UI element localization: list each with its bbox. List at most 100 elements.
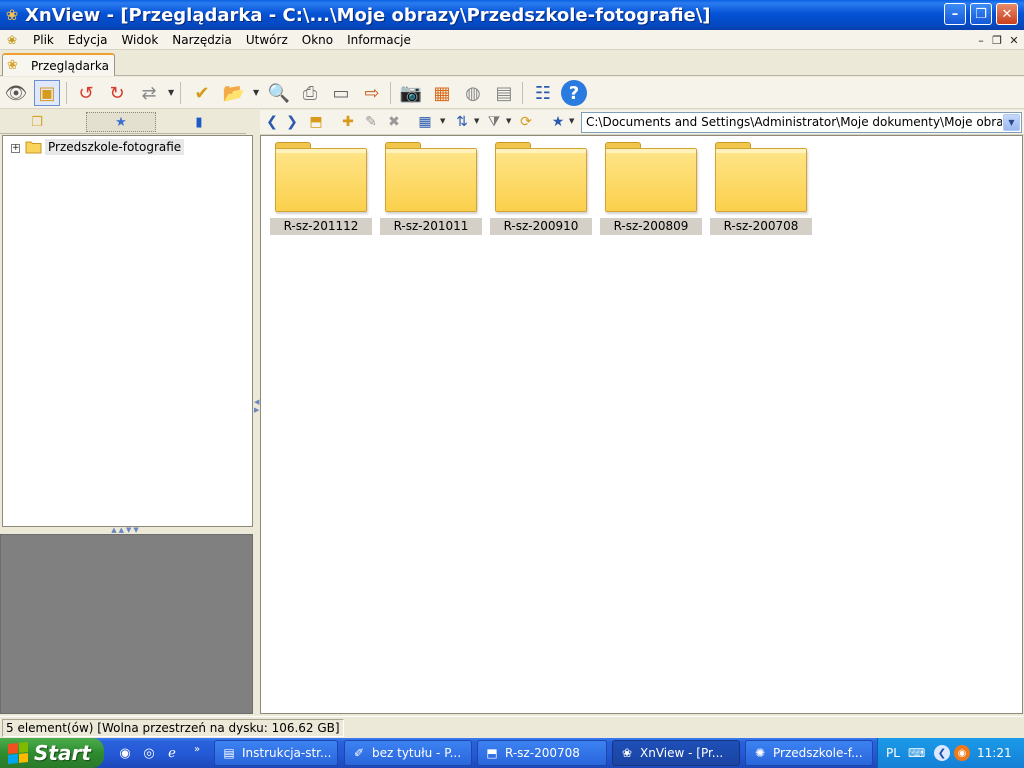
document-icon[interactable]: ❀ xyxy=(4,32,20,48)
title-bar[interactable]: ❀ XnView - [Przeglądarka - C:\...\Moje o… xyxy=(0,0,1024,30)
status-text: 5 element(ów) [Wolna przestrzeń na dysku… xyxy=(2,719,344,737)
mdi-close-button[interactable]: ✕ xyxy=(1007,33,1021,47)
tree-preview-splitter[interactable]: ▲▲▼▼ xyxy=(2,527,253,534)
taskbar-item-image-viewer[interactable]: ✺ Przedszkole-f... xyxy=(745,740,873,766)
system-tray: PL ⌨ ❮ ◉ 11:21 xyxy=(877,738,1024,768)
folder-icon xyxy=(385,142,477,212)
path-combobox[interactable]: C:\Documents and Settings\Administrator\… xyxy=(581,112,1022,133)
menu-widok[interactable]: Widok xyxy=(114,30,165,50)
convert-dropdown-icon[interactable]: ▼ xyxy=(168,88,174,97)
open-dropdown-icon[interactable]: ▼ xyxy=(253,88,259,97)
menu-plik[interactable]: Plik xyxy=(26,30,61,50)
tab-browser[interactable]: ❀ Przeglądarka xyxy=(2,53,115,76)
menu-narzedzia[interactable]: Narzędzia xyxy=(165,30,239,50)
chevron-down-icon[interactable]: ▼ xyxy=(1003,114,1020,131)
help-icon[interactable]: ? xyxy=(561,80,587,106)
favorites-dropdown-icon[interactable]: ▼ xyxy=(569,117,574,125)
fullscreen-icon[interactable]: ▣ xyxy=(34,80,60,106)
taskbar-item-explorer[interactable]: ⬒ R-sz-200708 xyxy=(477,740,607,766)
favorites-icon[interactable]: ★ xyxy=(548,112,568,132)
task-label: R-sz-200708 xyxy=(505,746,580,760)
folder-label: R-sz-201011 xyxy=(380,218,482,235)
parent-folder-icon[interactable]: ⬒ xyxy=(306,112,326,132)
select-icon[interactable]: ✔ xyxy=(189,80,215,106)
refresh-icon[interactable]: ⟳ xyxy=(516,112,536,132)
folder-label: R-sz-200809 xyxy=(600,218,702,235)
folder-item[interactable]: R-sz-200910 xyxy=(490,142,592,236)
ie-quicklaunch-icon[interactable]: ℯ xyxy=(163,744,181,762)
favorites-tab-icon[interactable]: ★ xyxy=(86,112,156,132)
folder-item[interactable]: R-sz-200809 xyxy=(600,142,702,236)
back-icon[interactable]: ❮ xyxy=(262,112,282,132)
scanner-icon[interactable]: ▭ xyxy=(328,80,354,106)
navigation-toolbar: ❮ ❯ ⬒ ✚ ✎ ✖ ▦ ▼ ⇅ ▼ ⧩ ▼ ⟳ ★ ▼ C:\Documen… xyxy=(260,110,1024,135)
file-list-view[interactable]: R-sz-201112 R-sz-201011 R-sz-200910 R-sz… xyxy=(260,135,1023,714)
folder-item[interactable]: R-sz-201112 xyxy=(270,142,372,236)
desktop-quicklaunch-icon[interactable]: ◉ xyxy=(116,744,134,762)
left-pane-tabs: ❐ ★ ▮ xyxy=(0,110,246,134)
folder-label: R-sz-200708 xyxy=(710,218,812,235)
view-mode-icon[interactable]: ▦ xyxy=(415,112,435,132)
rename-icon[interactable]: ✎ xyxy=(361,112,381,132)
folder-tree[interactable]: + Przedszkole-fotografie xyxy=(2,135,253,527)
menu-utworz[interactable]: Utwórz xyxy=(239,30,295,50)
zoom-icon[interactable]: 🔍 xyxy=(266,80,292,106)
window-title: XnView - [Przeglądarka - C:\...\Moje obr… xyxy=(25,4,711,26)
folder-icon xyxy=(495,142,587,212)
quicklaunch-more-icon[interactable]: » xyxy=(188,740,206,758)
menu-informacje[interactable]: Informacje xyxy=(340,30,418,50)
close-button[interactable]: ✕ xyxy=(996,3,1018,25)
status-bar: 5 element(ów) [Wolna przestrzeń na dysku… xyxy=(0,716,1024,738)
toolbar-separator xyxy=(522,82,523,104)
keyboard-icon[interactable]: ⌨ xyxy=(908,746,925,760)
export-icon[interactable]: ⇨ xyxy=(359,80,385,106)
minimize-button[interactable]: – xyxy=(944,3,966,25)
menu-okno[interactable]: Okno xyxy=(295,30,340,50)
taskbar-item-paint[interactable]: ✐ bez tytułu - P... xyxy=(344,740,472,766)
sort-icon[interactable]: ⇅ xyxy=(452,112,472,132)
slideshow-icon[interactable]: ▦ xyxy=(429,80,455,106)
tree-expand-icon[interactable]: + xyxy=(11,144,20,153)
settings-icon[interactable]: ☷ xyxy=(530,80,556,106)
filter-dropdown-icon[interactable]: ▼ xyxy=(506,117,511,125)
folder-item[interactable]: R-sz-200708 xyxy=(710,142,812,236)
rotate-left-icon[interactable]: ↺ xyxy=(73,80,99,106)
rotate-right-icon[interactable]: ↻ xyxy=(104,80,130,106)
tray-expand-icon[interactable]: ❮ xyxy=(934,745,950,761)
convert-icon[interactable]: ⇄ xyxy=(136,80,162,106)
contact-sheet-icon[interactable]: ▤ xyxy=(491,80,517,106)
language-indicator[interactable]: PL xyxy=(886,746,900,760)
pane-splitter[interactable]: ◀ ▶ xyxy=(253,110,259,714)
forward-icon[interactable]: ❯ xyxy=(282,112,302,132)
folder-label: R-sz-200910 xyxy=(490,218,592,235)
tray-app-icon[interactable]: ◉ xyxy=(954,745,970,761)
xnview-app-icon[interactable]: ❀ xyxy=(3,6,21,24)
mdi-restore-button[interactable]: ❐ xyxy=(990,33,1004,47)
folder-item[interactable]: R-sz-201011 xyxy=(380,142,482,236)
web-icon[interactable]: ◍ xyxy=(460,80,486,106)
taskbar-item-xnview[interactable]: ❀ XnView - [Pr... xyxy=(612,740,740,766)
delete-icon[interactable]: ✖ xyxy=(384,112,404,132)
main-toolbar: 👁 ▣ ↺ ↻ ⇄ ▼ ✔ 📂 ▼ 🔍 ⎙ ▭ ⇨ 📷 ▦ ◍ ▤ ☷ ? xyxy=(0,77,1024,109)
tree-item-przedszkole-fotografie[interactable]: Przedszkole-fotografie xyxy=(45,139,185,155)
maximize-button[interactable]: ❐ xyxy=(970,3,992,25)
folders-tab-icon[interactable]: ❐ xyxy=(2,112,72,132)
folder-label: R-sz-201112 xyxy=(270,218,372,235)
filter-icon[interactable]: ⧩ xyxy=(484,112,504,132)
categories-tab-icon[interactable]: ▮ xyxy=(164,112,234,132)
new-folder-icon[interactable]: ✚ xyxy=(338,112,358,132)
sort-dropdown-icon[interactable]: ▼ xyxy=(474,117,479,125)
mdi-minimize-button[interactable]: – xyxy=(974,33,988,47)
path-input[interactable]: C:\Documents and Settings\Administrator\… xyxy=(586,115,1002,129)
start-button[interactable]: Start xyxy=(0,738,104,768)
menu-edycja[interactable]: Edycja xyxy=(61,30,115,50)
camera-icon[interactable]: 📷 xyxy=(398,80,424,106)
task-label: Instrukcja-str... xyxy=(242,746,332,760)
eye-icon[interactable]: 👁 xyxy=(3,80,29,106)
start-label: Start xyxy=(34,741,91,765)
taskbar-item-word[interactable]: ▤ Instrukcja-str... xyxy=(214,740,338,766)
open-folder-icon[interactable]: 📂 xyxy=(221,80,247,106)
chrome-quicklaunch-icon[interactable]: ◎ xyxy=(140,744,158,762)
print-icon[interactable]: ⎙ xyxy=(297,80,323,106)
view-mode-dropdown-icon[interactable]: ▼ xyxy=(440,117,445,125)
